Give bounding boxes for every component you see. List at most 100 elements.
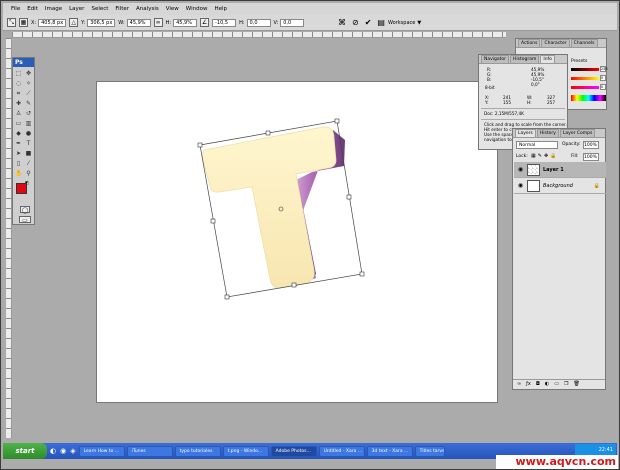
clone-stamp-tool-icon[interactable]: ♙ (15, 110, 22, 117)
blend-mode-select[interactable]: Normal (516, 141, 558, 149)
tab-history[interactable]: History (536, 129, 559, 137)
lock-pixels-icon[interactable]: ✎ (538, 153, 542, 159)
type-tool-icon[interactable]: T (25, 140, 32, 147)
tab-character[interactable]: Character (541, 39, 570, 47)
zoom-tool-icon[interactable]: ⚲ (25, 170, 32, 177)
transform-handle[interactable] (224, 294, 230, 300)
transform-handle[interactable] (334, 118, 340, 124)
transform-handle[interactable] (210, 218, 216, 224)
green-value[interactable]: 0 (600, 75, 606, 81)
tab-layers[interactable]: Layers (515, 129, 536, 137)
notes-tool-icon[interactable]: ▯ (15, 160, 22, 167)
transform-handle[interactable] (291, 282, 297, 288)
photoshop-logo: Ps (13, 58, 34, 67)
dodge-tool-icon[interactable]: ● (25, 130, 32, 137)
pct-value-4: 0,0° (531, 82, 540, 87)
start-label: start (15, 447, 35, 455)
red-value[interactable]: 255 (600, 66, 608, 72)
taskbar-item[interactable]: Titles tarvelo... (414, 445, 445, 457)
red-slider[interactable] (571, 68, 599, 71)
gradient-tool-icon[interactable]: ▥ (25, 120, 32, 127)
fill-field[interactable]: 100% (583, 153, 599, 161)
taskbar-item[interactable]: 3d text - Xara ... (366, 445, 413, 457)
blue-value[interactable]: 0 (600, 84, 606, 90)
tab-channels[interactable]: Channels (570, 39, 598, 47)
quicklaunch-icon[interactable]: ◉ (59, 447, 67, 455)
taskbar-item[interactable]: Untitled - Xara ... (318, 445, 365, 457)
quick-mask-icon[interactable]: ◯ (20, 206, 30, 214)
taskbar-item[interactable]: Learn How to ... (78, 445, 125, 457)
transform-handle[interactable] (359, 271, 365, 277)
eyedropper-tool-icon[interactable]: ⁄ (25, 160, 32, 167)
new-group-icon[interactable]: ▭ (554, 380, 559, 389)
foreground-color-swatch[interactable] (16, 183, 27, 194)
opacity-field[interactable]: 100% (583, 141, 599, 149)
tab-info[interactable]: Info (540, 55, 555, 63)
layer-name[interactable]: Layer 1 (543, 167, 564, 173)
lasso-tool-icon[interactable]: ◌ (15, 80, 22, 87)
slice-tool-icon[interactable]: ⟋ (25, 90, 32, 97)
green-slider[interactable] (571, 77, 599, 80)
layer-name[interactable]: Background (543, 183, 573, 189)
taskbar-item-active[interactable]: Adobe Photos... (270, 445, 317, 457)
crop-tool-icon[interactable]: ⌗ (15, 90, 22, 97)
start-button[interactable]: start (3, 443, 47, 459)
transform-handle[interactable] (346, 194, 352, 200)
layer-style-icon[interactable]: ƒx (526, 380, 531, 389)
eraser-tool-icon[interactable]: ▭ (15, 120, 22, 127)
lock-position-icon[interactable]: ✥ (544, 153, 548, 159)
layer-row-background[interactable]: ◉ Background 🔒 (514, 178, 606, 194)
history-brush-tool-icon[interactable]: ↺ (25, 110, 32, 117)
layer-thumbnail (527, 163, 540, 176)
bit-depth: 8-bit (485, 85, 495, 90)
blend-mode-value: Normal (519, 143, 536, 148)
layer-thumbnail (527, 179, 540, 192)
pen-tool-icon[interactable]: ✒ (15, 140, 22, 147)
blur-tool-icon[interactable]: ◆ (15, 130, 22, 137)
taskbar-item[interactable]: typo tutoriales (174, 445, 221, 457)
doc-size: Doc: 2,15M/557,4K (484, 111, 524, 116)
magic-wand-tool-icon[interactable]: ✧ (25, 80, 32, 87)
t-letter-face (202, 126, 337, 289)
y-info-value: 155 (503, 100, 511, 105)
layer-mask-icon[interactable]: ◘ (536, 380, 540, 389)
tab-actions[interactable]: Actions (518, 39, 541, 47)
brush-tool-icon[interactable]: ✎ (25, 100, 32, 107)
tab-presets[interactable]: Presets (571, 59, 587, 64)
lock-label: Lock: (516, 154, 528, 159)
taskbar-item[interactable]: iTunes (126, 445, 173, 457)
marquee-tool-icon[interactable]: ⬚ (15, 70, 22, 77)
layers-panel: Layers History Layer Comps Normal Opacit… (512, 128, 606, 390)
new-layer-icon[interactable]: ❐ (564, 380, 568, 389)
watermark: www.aqvcn.com (496, 455, 618, 469)
color-ramp[interactable] (571, 95, 606, 101)
screen-mode-icon[interactable]: ▭ (19, 216, 31, 224)
move-tool-icon[interactable]: ✥ (25, 70, 32, 77)
lock-transparency-icon[interactable]: ▦ (531, 153, 536, 159)
shape-tool-icon[interactable]: ■ (25, 150, 32, 157)
blue-slider[interactable] (571, 86, 599, 89)
link-layers-icon[interactable]: ∞ (517, 380, 521, 389)
y-info-label: Y: (485, 100, 489, 105)
quicklaunch-icon[interactable]: ◈ (69, 447, 76, 455)
adjustment-layer-icon[interactable]: ◐ (545, 380, 549, 389)
transform-handle[interactable] (197, 142, 203, 148)
healing-brush-tool-icon[interactable]: ✚ (15, 100, 22, 107)
tab-layer-comps[interactable]: Layer Comps (559, 129, 596, 137)
tab-navigator[interactable]: Navigator (481, 55, 510, 63)
clock[interactable]: 22:41 (599, 447, 613, 453)
taskbar-item[interactable]: t.png - Windo... (222, 445, 269, 457)
quicklaunch-icon[interactable]: ◐ (49, 447, 57, 455)
eye-icon[interactable]: ◉ (517, 166, 524, 173)
opacity-label: Opacity: (562, 142, 581, 147)
transform-handle[interactable] (265, 130, 271, 136)
delete-layer-icon[interactable]: 🗑 (573, 380, 579, 389)
h-info-value: 257 (547, 100, 555, 105)
lock-all-icon[interactable]: 🔒 (550, 153, 556, 159)
path-selection-tool-icon[interactable]: ➤ (15, 150, 22, 157)
eye-icon[interactable]: ◉ (517, 182, 524, 189)
hand-tool-icon[interactable]: ✋ (15, 170, 22, 177)
tab-histogram[interactable]: Histogram (510, 55, 540, 63)
layer-row-layer-1[interactable]: ◉ Layer 1 (514, 162, 606, 178)
lock-icon: 🔒 (593, 182, 600, 189)
